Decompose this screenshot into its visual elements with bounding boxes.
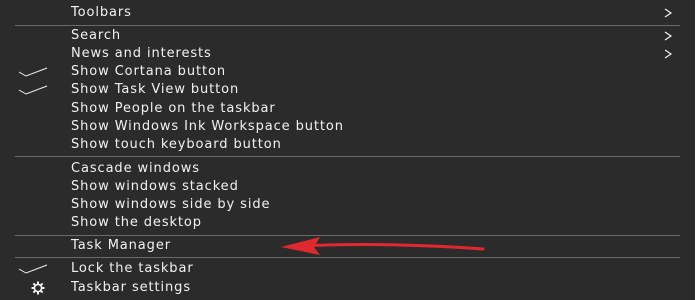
- menu-separator: [15, 156, 680, 157]
- menu-item-show-people-on-taskbar[interactable]: Show People on the taskbar: [0, 100, 695, 118]
- menu-separator: [15, 257, 680, 258]
- menu-item-label: Show People on the taskbar: [71, 101, 276, 116]
- menu-item-label: Taskbar settings: [71, 280, 191, 295]
- menu-item-search[interactable]: Search: [0, 27, 695, 45]
- menu-item-lock-the-taskbar[interactable]: Lock the taskbar: [0, 260, 695, 278]
- menu-item-label: Show Windows Ink Workspace button: [71, 119, 344, 134]
- menu-item-news-and-interests[interactable]: News and interests: [0, 45, 695, 63]
- chevron-right-icon: [664, 8, 673, 18]
- chevron-right-icon: [664, 31, 673, 41]
- menu-item-show-task-view-button[interactable]: Show Task View button: [0, 81, 695, 99]
- menu-separator: [15, 235, 680, 236]
- menu-item-label: Show Cortana button: [71, 64, 226, 79]
- menu-item-label: Show the desktop: [71, 215, 202, 230]
- menu-item-label: Show windows side by side: [71, 197, 271, 212]
- menu-item-label: News and interests: [71, 46, 212, 61]
- menu-item-show-windows-side-by-side[interactable]: Show windows side by side: [0, 196, 695, 214]
- menu-item-show-touch-keyboard-button[interactable]: Show touch keyboard button: [0, 136, 695, 154]
- menu-item-toolbars[interactable]: Toolbars: [0, 4, 695, 22]
- menu-separator: [15, 25, 680, 26]
- page-margin: [695, 0, 700, 300]
- menu-item-show-windows-stacked[interactable]: Show windows stacked: [0, 178, 695, 196]
- menu-item-label: Lock the taskbar: [71, 261, 194, 276]
- menu-item-taskbar-settings[interactable]: Taskbar settings: [0, 279, 695, 297]
- menu-item-task-manager[interactable]: Task Manager: [0, 237, 695, 255]
- menu-item-show-cortana-button[interactable]: Show Cortana button: [0, 63, 695, 81]
- checkmark-icon: [18, 67, 48, 77]
- checkmark-icon: [18, 264, 48, 274]
- menu-item-label: Cascade windows: [71, 161, 200, 176]
- menu-item-label: Show Task View button: [71, 82, 240, 97]
- menu-item-label: Toolbars: [71, 5, 132, 20]
- menu-item-cascade-windows[interactable]: Cascade windows: [0, 160, 695, 178]
- menu-item-show-the-desktop[interactable]: Show the desktop: [0, 214, 695, 232]
- gear-icon: [31, 281, 45, 295]
- checkmark-icon: [18, 85, 48, 95]
- chevron-right-icon: [664, 49, 673, 59]
- menu-item-label: Task Manager: [71, 238, 171, 253]
- taskbar-context-menu: Toolbars Search News and interests Show …: [0, 0, 695, 300]
- menu-item-show-windows-ink-workspace-button[interactable]: Show Windows Ink Workspace button: [0, 118, 695, 136]
- menu-item-label: Show touch keyboard button: [71, 137, 282, 152]
- menu-item-label: Show windows stacked: [71, 179, 239, 194]
- menu-item-label: Search: [71, 28, 122, 43]
